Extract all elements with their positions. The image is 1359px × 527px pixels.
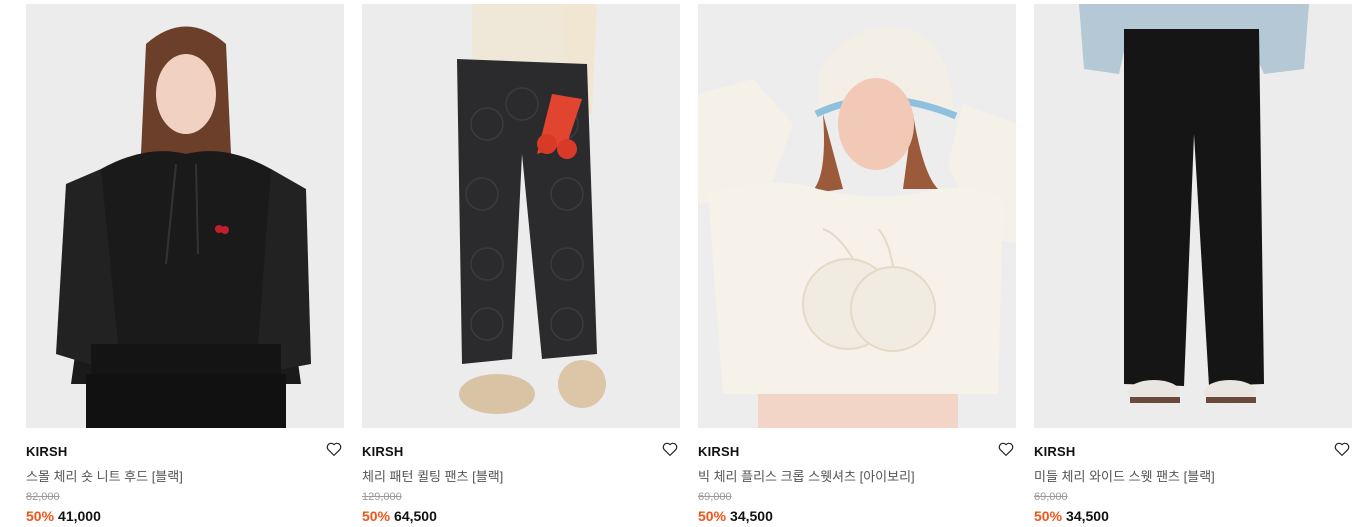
heart-icon[interactable] [1333, 440, 1351, 458]
product-card[interactable]: KIRSH 체리 패턴 퀼팅 팬츠 [블랙] 129,000 50% 64,500 [362, 4, 680, 524]
price-line: 50% 34,500 [1034, 508, 1109, 524]
heart-icon[interactable] [997, 440, 1015, 458]
discount-rate: 50% [362, 508, 391, 524]
discount-rate: 50% [1034, 508, 1063, 524]
product-brand[interactable]: KIRSH [362, 444, 403, 459]
product-image[interactable] [362, 4, 680, 428]
sale-price: 64,500 [394, 508, 437, 524]
product-name[interactable]: 빅 체리 플리스 크롭 스웻셔츠 [아이보리] [698, 466, 915, 485]
product-card[interactable]: KIRSH 스몰 체리 숏 니트 후드 [블랙] 82,000 50% 41,00… [26, 4, 344, 524]
product-photo-quilted-pants [362, 4, 680, 428]
product-photo-black-wide-sweatpants [1034, 4, 1352, 428]
price-line: 50% 64,500 [362, 508, 437, 524]
product-brand[interactable]: KIRSH [26, 444, 67, 459]
product-brand[interactable]: KIRSH [698, 444, 739, 459]
product-image[interactable] [1034, 4, 1352, 428]
sale-price: 34,500 [730, 508, 773, 524]
price-line: 50% 41,000 [26, 508, 101, 524]
product-photo-black-knit-hoodie [26, 4, 344, 428]
product-brand[interactable]: KIRSH [1034, 444, 1075, 459]
product-name[interactable]: 스몰 체리 숏 니트 후드 [블랙] [26, 466, 183, 485]
product-card[interactable]: KIRSH 미들 체리 와이드 스웻 팬츠 [블랙] 69,000 50% 34,… [1034, 4, 1352, 524]
discount-rate: 50% [26, 508, 55, 524]
discount-rate: 50% [698, 508, 727, 524]
product-name[interactable]: 미들 체리 와이드 스웻 팬츠 [블랙] [1034, 466, 1215, 485]
price-line: 50% 34,500 [698, 508, 773, 524]
original-price: 69,000 [698, 491, 732, 503]
product-photo-cream-crop-sweatshirt [698, 4, 1016, 428]
heart-icon[interactable] [325, 440, 343, 458]
original-price: 82,000 [26, 491, 60, 503]
sale-price: 41,000 [58, 508, 101, 524]
product-card[interactable]: KIRSH 빅 체리 플리스 크롭 스웻셔츠 [아이보리] 69,000 50%… [698, 4, 1016, 524]
product-name[interactable]: 체리 패턴 퀼팅 팬츠 [블랙] [362, 466, 503, 485]
original-price: 129,000 [362, 491, 402, 503]
heart-icon[interactable] [661, 440, 679, 458]
product-image[interactable] [698, 4, 1016, 428]
product-image[interactable] [26, 4, 344, 428]
original-price: 69,000 [1034, 491, 1068, 503]
sale-price: 34,500 [1066, 508, 1109, 524]
